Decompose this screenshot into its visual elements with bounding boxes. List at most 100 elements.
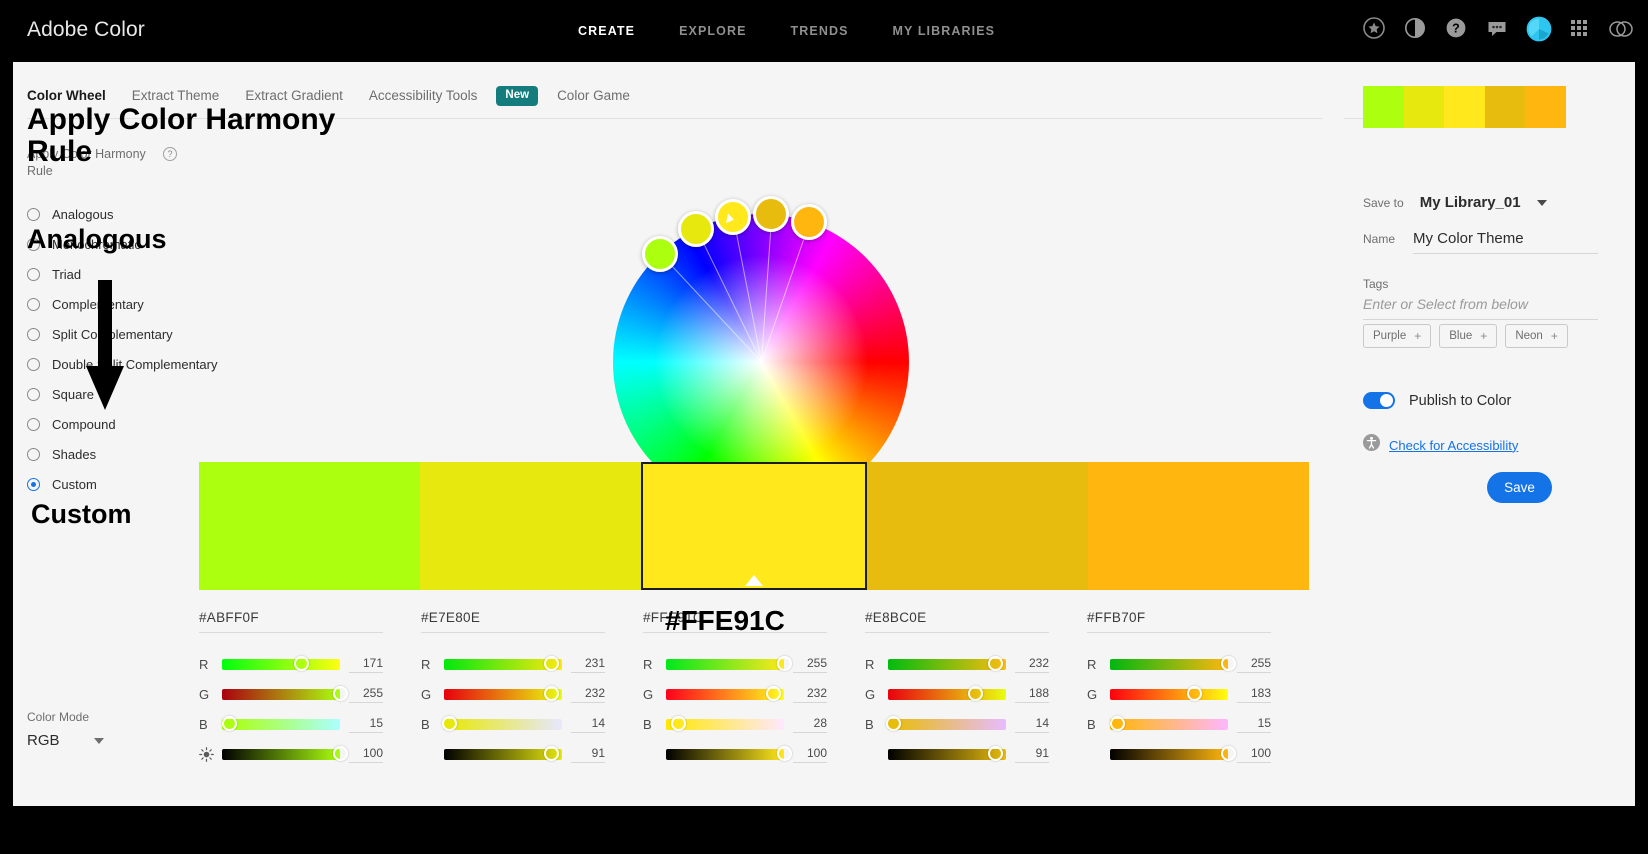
slider-knob[interactable] bbox=[293, 656, 309, 671]
channel-value[interactable]: 171 bbox=[349, 656, 383, 673]
nav-item-explore[interactable]: EXPLORE bbox=[657, 24, 768, 38]
channel-value[interactable]: 14 bbox=[1015, 716, 1049, 733]
channel-value[interactable]: 231 bbox=[571, 656, 605, 673]
channel-slider-g[interactable] bbox=[1110, 686, 1228, 701]
channel-value[interactable]: 14 bbox=[571, 716, 605, 733]
slider-knob[interactable] bbox=[987, 656, 1003, 671]
slider-knob[interactable] bbox=[776, 746, 792, 761]
radio-icon[interactable] bbox=[27, 418, 40, 432]
tag-chip-purple[interactable]: Purple + bbox=[1363, 324, 1432, 348]
tab-accessibility-tools[interactable]: Accessibility Tools bbox=[356, 88, 491, 103]
slider-knob[interactable] bbox=[765, 686, 781, 701]
rule-square[interactable]: Square bbox=[27, 380, 237, 410]
channel-slider-b[interactable] bbox=[1109, 716, 1228, 731]
tab-extract-theme[interactable]: Extract Theme bbox=[119, 88, 233, 103]
tab-color-game[interactable]: Color Game bbox=[544, 88, 643, 103]
slider-knob[interactable] bbox=[1187, 686, 1203, 701]
swatch-3[interactable] bbox=[641, 462, 867, 590]
brightness-slider[interactable] bbox=[222, 746, 348, 761]
slider-knob[interactable] bbox=[543, 686, 559, 701]
radio-icon[interactable] bbox=[27, 328, 40, 342]
publish-toggle[interactable] bbox=[1363, 392, 1395, 409]
radio-icon[interactable] bbox=[27, 298, 40, 312]
wheel-handle-3[interactable] bbox=[714, 198, 751, 235]
creative-cloud-icon[interactable] bbox=[1608, 16, 1633, 40]
brightness-slider[interactable] bbox=[888, 746, 1006, 761]
channel-value[interactable]: 15 bbox=[1237, 716, 1271, 733]
slider-knob[interactable] bbox=[987, 746, 1003, 761]
brightness-value[interactable]: 91 bbox=[571, 746, 605, 763]
channel-slider-b[interactable] bbox=[886, 716, 1006, 731]
brightness-value[interactable]: 100 bbox=[793, 746, 827, 763]
channel-slider-r[interactable] bbox=[444, 656, 562, 671]
nav-item-create[interactable]: CREATE bbox=[556, 24, 657, 38]
channel-value[interactable]: 232 bbox=[571, 686, 605, 703]
radio-icon[interactable] bbox=[27, 448, 40, 462]
channel-value[interactable]: 255 bbox=[349, 686, 383, 703]
slider-knob[interactable] bbox=[1109, 716, 1125, 731]
feedback-icon[interactable] bbox=[1485, 16, 1509, 40]
wheel-handle-2[interactable] bbox=[678, 210, 715, 247]
slider-knob[interactable] bbox=[332, 746, 348, 761]
nav-item-trends[interactable]: TRENDS bbox=[769, 24, 871, 38]
nav-item-my-libraries[interactable]: MY LIBRARIES bbox=[871, 24, 1018, 38]
color-mode-select[interactable]: RGB bbox=[27, 732, 177, 749]
channel-slider-r[interactable] bbox=[222, 656, 340, 671]
rule-compound[interactable]: Compound bbox=[27, 410, 237, 440]
channel-value[interactable]: 15 bbox=[349, 716, 383, 733]
channel-slider-g[interactable] bbox=[666, 686, 784, 701]
slider-knob[interactable] bbox=[543, 656, 559, 671]
rule-complementary[interactable]: Complementary bbox=[27, 290, 237, 320]
contrast-icon[interactable] bbox=[1403, 16, 1427, 40]
star-badge-icon[interactable] bbox=[1362, 16, 1386, 40]
swatch-1[interactable] bbox=[199, 462, 421, 590]
hex-input-1[interactable]: #ABFF0F bbox=[199, 610, 383, 633]
rule-double-split-complementary[interactable]: Double Split Complementary bbox=[27, 350, 237, 380]
swatch-2[interactable] bbox=[420, 462, 642, 590]
radio-icon[interactable] bbox=[27, 478, 40, 492]
channel-slider-g[interactable] bbox=[888, 686, 1006, 701]
channel-value[interactable]: 255 bbox=[1237, 656, 1271, 673]
slider-knob[interactable] bbox=[967, 686, 983, 701]
channel-slider-b[interactable] bbox=[221, 716, 340, 731]
brightness-slider[interactable] bbox=[666, 746, 792, 761]
channel-slider-b[interactable] bbox=[442, 716, 562, 731]
rule-triad[interactable]: Triad bbox=[27, 260, 237, 290]
theme-name-input[interactable]: My Color Theme bbox=[1413, 230, 1598, 254]
channel-value[interactable]: 188 bbox=[1015, 686, 1049, 703]
slider-knob[interactable] bbox=[776, 656, 792, 671]
rule-split-complementary[interactable]: Split Complementary bbox=[27, 320, 237, 350]
brightness-value[interactable]: 91 bbox=[1015, 746, 1049, 763]
brightness-value[interactable]: 100 bbox=[349, 746, 383, 763]
hex-input-4[interactable]: #E8BC0E bbox=[865, 610, 1049, 633]
radio-icon[interactable] bbox=[27, 388, 40, 402]
hex-input-5[interactable]: #FFB70F bbox=[1087, 610, 1271, 633]
channel-slider-b[interactable] bbox=[666, 716, 784, 731]
channel-slider-r[interactable] bbox=[1110, 656, 1236, 671]
swatch-5[interactable] bbox=[1087, 462, 1310, 590]
help-icon[interactable]: ? bbox=[1444, 16, 1468, 40]
tag-chip-blue[interactable]: Blue + bbox=[1439, 324, 1498, 348]
slider-knob[interactable] bbox=[886, 716, 902, 731]
channel-value[interactable]: 183 bbox=[1237, 686, 1271, 703]
save-button[interactable]: Save bbox=[1487, 472, 1552, 503]
publish-to-color-row[interactable]: Publish to Color bbox=[1363, 392, 1511, 409]
tab-extract-gradient[interactable]: Extract Gradient bbox=[232, 88, 356, 103]
app-grid-icon[interactable] bbox=[1567, 16, 1591, 40]
channel-value[interactable]: 232 bbox=[1015, 656, 1049, 673]
channel-value[interactable]: 232 bbox=[793, 686, 827, 703]
check-accessibility-link[interactable]: Check for Accessibility bbox=[1363, 434, 1518, 456]
radio-icon[interactable] bbox=[27, 208, 40, 222]
brightness-value[interactable]: 100 bbox=[1237, 746, 1271, 763]
slider-knob[interactable] bbox=[221, 716, 237, 731]
tab-color-wheel[interactable]: Color Wheel bbox=[27, 88, 119, 103]
slider-knob[interactable] bbox=[332, 686, 348, 701]
avatar-icon[interactable] bbox=[1526, 16, 1552, 42]
channel-value[interactable]: 255 bbox=[793, 656, 827, 673]
slider-knob[interactable] bbox=[543, 746, 559, 761]
slider-knob[interactable] bbox=[442, 716, 458, 731]
wheel-handle-5[interactable] bbox=[791, 204, 828, 241]
slider-knob[interactable] bbox=[1220, 746, 1236, 761]
brightness-slider[interactable] bbox=[1110, 746, 1236, 761]
channel-value[interactable]: 28 bbox=[793, 716, 827, 733]
